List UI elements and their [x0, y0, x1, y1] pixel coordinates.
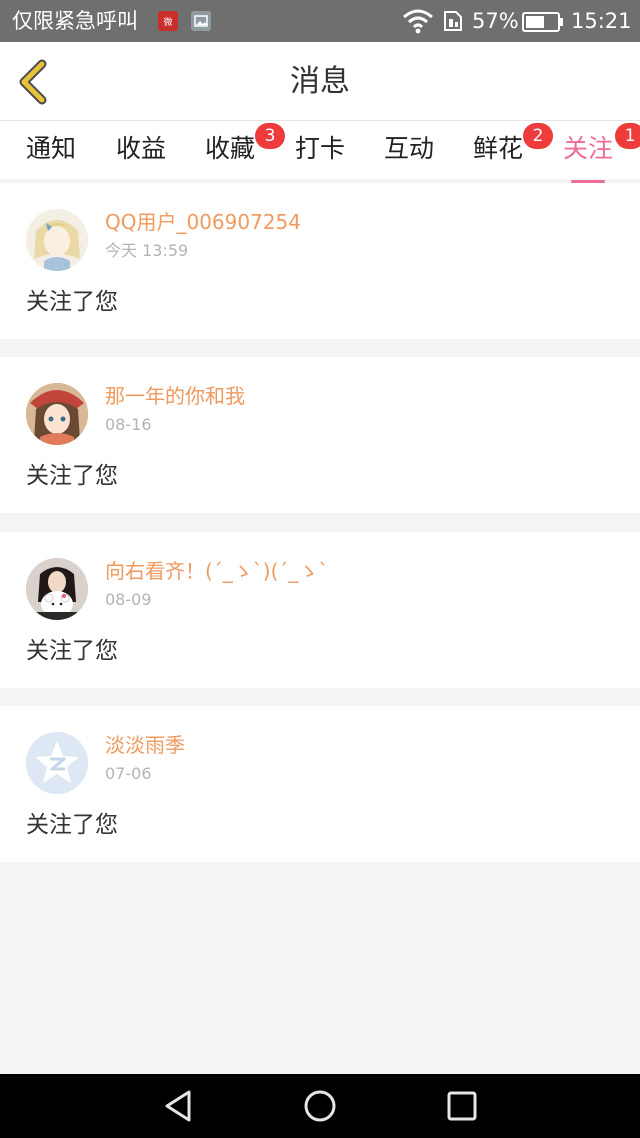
tab-interaction[interactable]: 互动: [374, 131, 444, 167]
avatar[interactable]: [26, 209, 88, 271]
avatar[interactable]: [26, 558, 88, 620]
message-item[interactable]: QQ用户_006907254 今天 13:59 关注了您: [0, 183, 640, 339]
tab-checkin[interactable]: 打卡: [285, 131, 355, 167]
username[interactable]: 那一年的你和我: [105, 382, 245, 410]
username[interactable]: 向右看齐！(´_ゝ`)(´_ゝ`: [105, 557, 328, 585]
message-date: 07-06: [105, 764, 152, 783]
username[interactable]: 淡淡雨季: [105, 731, 185, 759]
carrier-text: 仅限紧急呼叫: [12, 9, 138, 33]
battery-percent: 57%: [472, 9, 519, 33]
message-text: 关注了您: [26, 812, 118, 838]
weibo-icon: 微: [158, 11, 178, 31]
unread-badge: 2: [523, 123, 553, 149]
system-nav-bar: [0, 1074, 640, 1138]
message-item[interactable]: 向右看齐！(´_ゝ`)(´_ゝ` 08-09 关注了您: [0, 532, 640, 688]
nav-home-button[interactable]: [300, 1088, 340, 1124]
message-date: 08-09: [105, 590, 152, 609]
tab-bar: 通知 收益 收藏 3 打卡 互动 鲜花 2 关注 1: [0, 121, 640, 183]
unread-badge: 3: [255, 123, 285, 149]
svg-text:微: 微: [163, 16, 172, 28]
page-title: 消息: [290, 64, 350, 99]
tab-earnings[interactable]: 收益: [106, 131, 176, 167]
message-text: 关注了您: [26, 289, 118, 315]
tab-label: 打卡: [294, 134, 345, 163]
sim-icon: [442, 10, 464, 36]
nav-recents-button[interactable]: [442, 1088, 482, 1124]
wifi-icon: [402, 8, 434, 38]
tab-notice[interactable]: 通知: [16, 131, 86, 167]
tab-label: 通知: [25, 134, 76, 163]
nav-back-button[interactable]: [158, 1088, 198, 1124]
title-bar: 消息: [0, 42, 640, 121]
home-circle-icon: [300, 1090, 340, 1128]
tab-favorites[interactable]: 收藏 3: [195, 123, 285, 167]
message-item[interactable]: 那一年的你和我 08-16 关注了您: [0, 357, 640, 513]
tab-label: 关注: [562, 134, 613, 163]
tab-label: 鲜花: [472, 134, 523, 163]
message-date: 08-16: [105, 415, 152, 434]
message-text: 关注了您: [26, 463, 118, 489]
recents-square-icon: [442, 1091, 482, 1128]
default-avatar-icon[interactable]: [26, 732, 88, 794]
avatar[interactable]: [26, 383, 88, 445]
message-date: 今天 13:59: [105, 241, 189, 260]
message-text: 关注了您: [26, 638, 118, 664]
tab-following[interactable]: 关注 1: [553, 123, 640, 183]
battery-icon: [522, 12, 564, 36]
back-triangle-icon: [158, 1090, 198, 1128]
tab-flowers[interactable]: 鲜花 2: [463, 123, 553, 167]
tab-label: 收藏: [204, 134, 255, 163]
status-bar: 仅限紧急呼叫 微 57% 15:21: [0, 0, 640, 42]
message-item[interactable]: 淡淡雨季 07-06 关注了您: [0, 706, 640, 862]
clock-time: 15:21: [571, 9, 632, 33]
username[interactable]: QQ用户_006907254: [105, 208, 301, 236]
tab-label: 互动: [383, 134, 434, 163]
image-notification-icon: [191, 11, 211, 31]
unread-badge: 1: [615, 123, 640, 149]
tab-label: 收益: [115, 134, 166, 163]
